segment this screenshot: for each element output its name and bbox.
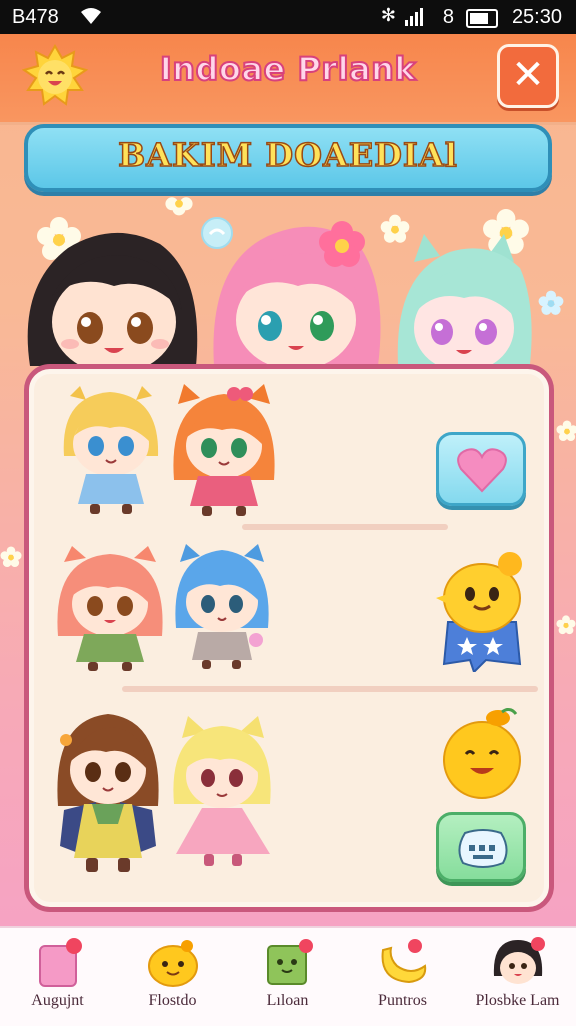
banana-icon (381, 939, 427, 984)
sun-mascot-icon[interactable] (22, 44, 88, 110)
nav-label: Puntros (378, 992, 427, 1009)
close-button[interactable]: ✕ (497, 44, 559, 108)
blue-hair-chibi-character[interactable] (174, 542, 270, 672)
orange-hair-chibi-character[interactable] (172, 384, 276, 518)
flower-decoration-icon (556, 420, 576, 442)
yellow-hair-chibi-character[interactable] (172, 716, 274, 868)
banner-button[interactable]: BAKIM DOAEDIAl (24, 124, 552, 192)
pink-hair-chibi-character[interactable] (56, 546, 164, 672)
clock-text: 25:30 (511, 6, 562, 28)
flower-decoration-icon (165, 197, 193, 216)
wifi-icon (81, 8, 101, 24)
nav-label: Plosbke Lam (475, 992, 560, 1009)
nav-item-augujnt[interactable]: Augujnt (0, 928, 115, 1026)
row-divider (242, 524, 448, 530)
status-bar: B478 ✻ 8 25:30 (0, 0, 576, 34)
gamepad-icon (458, 829, 508, 868)
bluetooth-icon: ✻ (380, 5, 396, 25)
yellow-chick-mascot-icon[interactable] (434, 548, 530, 672)
blonde-chibi-character[interactable] (60, 386, 162, 516)
favorite-button[interactable] (436, 432, 526, 506)
banner-label: BAKIM DOAEDIAl (117, 135, 458, 175)
page-title: Indoae Prlank (159, 49, 417, 89)
battery-icon (466, 9, 498, 28)
carrier-text: B478 (12, 6, 59, 28)
green-box-icon (267, 939, 313, 985)
nav-item-flostdo[interactable]: Flostdo (115, 928, 230, 1026)
nav-item-liloan[interactable]: Lıloan (230, 928, 345, 1026)
nav-label: Augujnt (31, 992, 84, 1009)
brown-hair-chibi-character[interactable] (56, 706, 160, 878)
black-hair-girl-portrait (27, 232, 198, 366)
chibi-face-icon (493, 937, 545, 984)
signal-icon (405, 8, 423, 26)
heart-icon (457, 448, 507, 493)
game-header: Indoae Prlank ✕ (0, 34, 576, 125)
pink-hair-girl-portrait (213, 221, 381, 366)
nav-label: Flostdo (148, 992, 197, 1009)
smiling-orange-mascot-icon[interactable] (440, 708, 524, 802)
pink-card-icon (39, 938, 82, 987)
flower-decoration-icon (538, 290, 564, 315)
nav-item-plosbke-lam[interactable]: Plosbke Lam (460, 928, 575, 1026)
flower-decoration-icon (0, 546, 22, 568)
flower-decoration-icon (556, 615, 576, 635)
yellow-blob-icon (148, 940, 198, 987)
nav-item-puntros[interactable]: Puntros (345, 928, 460, 1026)
row-divider (122, 686, 538, 692)
game-controller-button[interactable] (436, 812, 526, 882)
nav-label: Lıloan (266, 992, 309, 1009)
battery-level-text: 8 (442, 6, 454, 28)
mint-hair-girl-portrait (397, 234, 532, 364)
bottom-navigation: Augujnt Flostdo Lıloan Puntros Plosbke L… (0, 926, 576, 1026)
